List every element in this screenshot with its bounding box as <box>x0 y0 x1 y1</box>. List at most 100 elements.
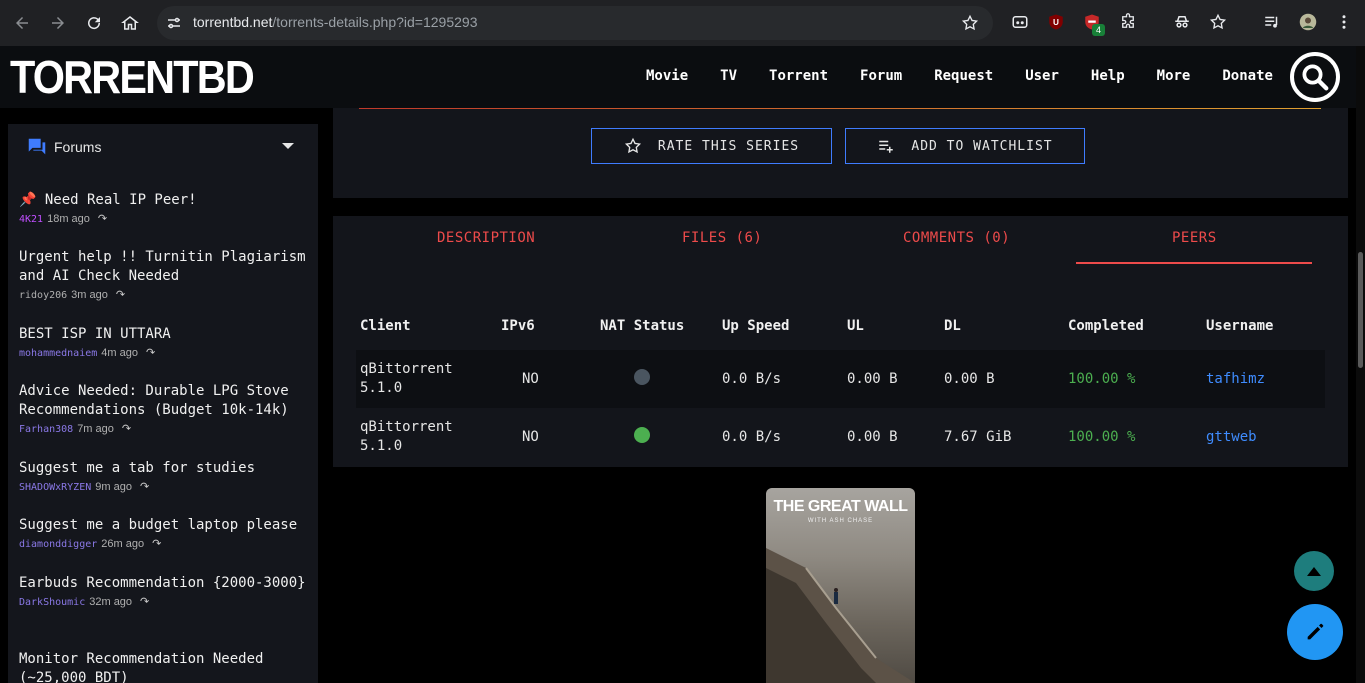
bookmark-star-icon[interactable] <box>961 14 979 32</box>
forum-topic[interactable]: 📌 Need Real IP Peer! 4K21 18m ago ↷ <box>19 191 314 225</box>
bookmarks-star-icon[interactable] <box>1208 12 1228 32</box>
topic-title[interactable]: Suggest me a tab for studies <box>19 459 314 478</box>
column-header: DL <box>944 318 961 334</box>
peer-completed: 100.00 % <box>1068 429 1136 445</box>
nat-status-dot <box>634 369 650 385</box>
peer-dl: 0.00 B <box>944 371 995 387</box>
forum-topic[interactable]: BEST ISP IN UTTARA mohammednaiem 4m ago ↷ <box>19 325 314 359</box>
nav-user[interactable]: User <box>1025 68 1059 84</box>
address-bar[interactable]: torrentbd.net/torrents-details.php?id=12… <box>157 6 993 40</box>
forum-chat-icon <box>28 138 46 155</box>
series-poster[interactable]: THE GREAT WALL WITH ASH CHASE <box>766 488 915 683</box>
extension-glasses-icon[interactable] <box>1010 12 1030 32</box>
peer-username-link[interactable]: tafhimz <box>1206 371 1265 387</box>
ublock-icon[interactable]: U <box>1046 12 1066 32</box>
table-row <box>356 350 1325 408</box>
add-to-watchlist-button[interactable]: ADD TO WATCHLIST <box>845 128 1085 164</box>
topic-title[interactable]: Urgent help !! Turnitin Plagiarism and A… <box>19 248 314 286</box>
topic-user[interactable]: Farhan308 <box>19 424 73 435</box>
collapse-caret-icon[interactable] <box>282 143 294 149</box>
action-panel: RATE THIS SERIES ADD TO WATCHLIST <box>333 108 1348 198</box>
peer-username-link[interactable]: gttweb <box>1206 429 1257 445</box>
svg-text:U: U <box>1053 18 1059 27</box>
forum-topic[interactable]: Earbuds Recommendation {2000-3000} DarkS… <box>19 574 314 608</box>
media-control-icon[interactable] <box>1262 12 1282 32</box>
tab-comments[interactable]: COMMENTS (0) <box>903 230 1010 246</box>
scrollbar-thumb[interactable] <box>1358 252 1363 368</box>
tab-peers[interactable]: PEERS <box>1172 230 1217 246</box>
browser-menu-icon[interactable] <box>1334 12 1354 32</box>
url-path: /torrents-details.php?id=1295293 <box>272 14 478 30</box>
forum-topic[interactable]: Suggest me a tab for studies SHADOWxRYZE… <box>19 459 314 493</box>
topic-title[interactable]: Suggest me a budget laptop please <box>19 516 314 535</box>
site-logo[interactable]: TORRENTBD <box>10 54 255 100</box>
reply-arrow-icon[interactable]: ↷ <box>140 481 149 493</box>
back-button[interactable] <box>10 11 34 35</box>
peer-ul: 0.00 B <box>847 429 898 445</box>
reply-arrow-icon[interactable]: ↷ <box>98 213 107 225</box>
site-search-button[interactable] <box>1290 52 1340 102</box>
playlist-add-icon <box>879 140 894 153</box>
topic-time: 18m ago <box>47 213 90 225</box>
nav-help[interactable]: Help <box>1091 68 1125 84</box>
topic-user[interactable]: diamonddigger <box>19 539 97 550</box>
nav-more[interactable]: More <box>1157 68 1191 84</box>
forum-topic[interactable]: Suggest me a budget laptop please diamon… <box>19 516 314 550</box>
topic-user[interactable]: DarkShoumic <box>19 597 85 608</box>
topic-user[interactable]: ridoy206 <box>19 290 67 301</box>
reply-arrow-icon[interactable]: ↷ <box>116 289 125 301</box>
tab-description[interactable]: DESCRIPTION <box>437 230 535 246</box>
peer-dl: 7.67 GiB <box>944 429 1012 445</box>
scroll-to-top-button[interactable] <box>1294 551 1334 591</box>
search-icon <box>1302 64 1329 91</box>
topic-title[interactable]: 📌 Need Real IP Peer! <box>19 191 314 210</box>
add-to-watchlist-label: ADD TO WATCHLIST <box>911 138 1053 154</box>
forums-title: Forums <box>54 139 102 155</box>
forum-sidebar: Forums 📌 Need Real IP Peer! 4K21 18m ago ↷… <box>8 124 318 683</box>
browser-toolbar: torrentbd.net/torrents-details.php?id=12… <box>0 0 1365 46</box>
reply-arrow-icon[interactable]: ↷ <box>140 596 149 608</box>
forum-topic[interactable]: Monitor Recommendation Needed (~25,000 B… <box>19 650 314 683</box>
topic-user[interactable]: 4K21 <box>19 214 43 225</box>
compose-button[interactable] <box>1287 604 1343 660</box>
page-scrollbar[interactable] <box>1356 46 1365 683</box>
url-text: torrentbd.net/torrents-details.php?id=12… <box>193 14 477 30</box>
topic-title[interactable]: Monitor Recommendation Needed (~25,000 B… <box>19 650 314 683</box>
peer-ipv6: NO <box>522 429 539 445</box>
forum-topic[interactable]: Advice Needed: Durable LPG Stove Recomme… <box>19 382 314 435</box>
topic-time: 3m ago <box>71 289 108 301</box>
tab-files[interactable]: FILES (6) <box>682 230 762 246</box>
url-host: torrentbd.net <box>193 14 273 30</box>
peer-ipv6: NO <box>522 371 539 387</box>
forum-topic[interactable]: Urgent help !! Turnitin Plagiarism and A… <box>19 248 314 301</box>
rate-series-label: RATE THIS SERIES <box>657 138 800 154</box>
nav-tv[interactable]: TV <box>720 68 737 84</box>
nav-donate[interactable]: Donate <box>1222 68 1273 84</box>
topic-user[interactable]: SHADOWxRYZEN <box>19 482 91 493</box>
forums-header[interactable]: Forums <box>26 136 101 158</box>
topic-time: 26m ago <box>101 538 145 550</box>
reply-arrow-icon[interactable]: ↷ <box>122 423 131 435</box>
home-button[interactable] <box>118 11 142 35</box>
topic-title[interactable]: BEST ISP IN UTTARA <box>19 325 314 344</box>
site-info-icon[interactable] <box>165 14 183 32</box>
forward-button[interactable] <box>46 11 70 35</box>
extensions-puzzle-icon[interactable] <box>1118 12 1138 32</box>
rate-series-button[interactable]: RATE THIS SERIES <box>591 128 832 164</box>
peer-up-speed: 0.0 B/s <box>722 371 782 387</box>
topic-user[interactable]: mohammednaiem <box>19 348 97 359</box>
peer-client: qBittorrent 5.1.0 <box>360 419 453 454</box>
nav-request[interactable]: Request <box>934 68 993 84</box>
nat-status-dot <box>634 427 650 443</box>
topic-title[interactable]: Advice Needed: Durable LPG Stove Recomme… <box>19 382 314 420</box>
nav-torrent[interactable]: Torrent <box>769 68 828 84</box>
topic-title[interactable]: Earbuds Recommendation {2000-3000} <box>19 574 314 593</box>
nav-movie[interactable]: Movie <box>646 68 688 84</box>
reload-button[interactable] <box>82 11 106 35</box>
nav-forum[interactable]: Forum <box>860 68 902 84</box>
reply-arrow-icon[interactable]: ↷ <box>146 347 155 359</box>
topic-meta: mohammednaiem 4m ago ↷ <box>19 346 314 359</box>
profile-avatar-icon[interactable] <box>1298 12 1318 32</box>
reply-arrow-icon[interactable]: ↷ <box>152 538 161 550</box>
incognito-icon[interactable] <box>1172 12 1192 32</box>
